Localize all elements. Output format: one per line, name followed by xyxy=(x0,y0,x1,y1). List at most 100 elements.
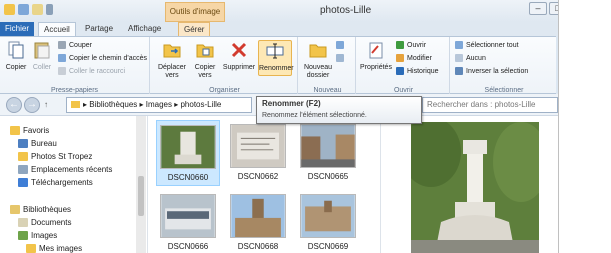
copy-icon xyxy=(8,41,24,59)
tab-gerer[interactable]: Gérer xyxy=(178,22,211,36)
back-button[interactable]: ← xyxy=(6,97,22,113)
selectionner-tout-label: Sélectionner tout xyxy=(466,41,519,49)
nav-item-label: Mes images xyxy=(39,244,83,253)
nav-item-label: Téléchargements xyxy=(31,178,93,187)
renommer-label: Renommer xyxy=(259,65,294,72)
breadcrumb-chevron-icon: ▸ xyxy=(137,100,146,109)
group-label-nouveau: Nouveau xyxy=(313,87,342,94)
street-photo-icon xyxy=(300,124,356,168)
tooltip-body: Renommez l'élément sélectionné. xyxy=(262,112,367,119)
plaque-photo-icon xyxy=(230,124,286,168)
copier-chemin-button[interactable]: Copier le chemin d'accès xyxy=(58,54,147,62)
file-thumbnail[interactable]: DSCN0668 xyxy=(226,190,290,253)
modifier-label: Modifier xyxy=(407,54,432,62)
quick-access-toolbar xyxy=(4,4,53,15)
coller-button[interactable]: Coller xyxy=(28,40,56,72)
supprimer-button[interactable]: Supprimer xyxy=(222,40,256,72)
aucun-button[interactable]: Aucun xyxy=(455,54,486,62)
up-button[interactable]: ↑ xyxy=(44,100,48,109)
file-name: DSCN0662 xyxy=(237,172,279,181)
inverser-label: Inverser la sélection xyxy=(466,67,529,75)
nav-item-label: Documents xyxy=(31,218,72,227)
nav-favoris[interactable]: Favoris xyxy=(10,126,49,135)
file-thumbnail[interactable]: DSCN0665 xyxy=(296,120,360,186)
up-arrow-icon: ↑ xyxy=(44,100,48,109)
shortcut-icon xyxy=(58,67,66,75)
file-name: DSCN0669 xyxy=(307,242,349,251)
historique-button[interactable]: Historique xyxy=(396,67,439,75)
file-thumbnail[interactable]: DSCN0666 xyxy=(156,190,220,253)
selectionner-tout-button[interactable]: Sélectionner tout xyxy=(455,41,519,49)
fountain-photo-icon xyxy=(160,125,216,169)
scrollbar-thumb[interactable] xyxy=(138,176,144,216)
rename-tooltip: Renommer (F2) Renommez l'élément sélecti… xyxy=(256,96,422,124)
acces-facile-button[interactable] xyxy=(336,54,344,62)
title-bar: Outils d'image photos-Lille – □ ✕ xyxy=(0,0,611,22)
renommer-button[interactable]: Renommer xyxy=(258,40,294,76)
couper-button[interactable]: Couper xyxy=(58,41,92,49)
forward-button[interactable]: → xyxy=(24,97,40,113)
coller-raccourci-button[interactable]: Coller le raccourci xyxy=(58,67,125,75)
square-photo-icon xyxy=(300,194,356,238)
nav-bibliotheques-label: Bibliothèques xyxy=(23,205,72,214)
minimize-button[interactable]: – xyxy=(529,2,547,15)
group-selectionner: Sélectionner tout Aucun Inverser la séle… xyxy=(452,37,556,95)
proprietes-button[interactable]: Propriétés xyxy=(360,40,392,72)
recent-places-icon xyxy=(18,165,28,174)
search-input[interactable]: Rechercher dans : photos-Lille xyxy=(422,97,558,113)
address-bar[interactable]: ▸ Bibliothèques ▸ Images ▸ photos-Lille xyxy=(66,97,252,113)
nav-item-label: Images xyxy=(31,231,58,240)
breadcrumb-images[interactable]: Images xyxy=(146,100,172,109)
ribbon-tabs: Fichier Accueil Partage Affichage Gérer xyxy=(0,22,611,36)
delete-x-icon xyxy=(231,42,247,58)
deplacer-label: Déplacer vers xyxy=(157,64,186,79)
documents-icon xyxy=(18,218,28,227)
deplacer-vers-button[interactable]: Déplacer vers xyxy=(156,40,188,80)
nav-item-images[interactable]: Images xyxy=(18,231,57,240)
nav-item-telechargements[interactable]: Téléchargements xyxy=(18,178,93,187)
group-nouveau: Nouveau dossier Nouveau xyxy=(300,37,356,95)
nav-item-mes-images[interactable]: Mes images xyxy=(26,244,82,253)
properties-icon xyxy=(369,42,383,59)
tab-affichage[interactable]: Affichage xyxy=(123,22,166,36)
scissors-icon xyxy=(58,41,66,49)
chevron-down-icon[interactable] xyxy=(46,4,53,15)
nav-item-emplacements-recents[interactable]: Emplacements récents xyxy=(18,165,112,174)
group-presse-papiers: Copier Coller Couper Copier le chemin d'… xyxy=(0,37,150,95)
tab-fichier[interactable]: Fichier xyxy=(0,22,34,36)
group-label-presse-papiers: Presse-papiers xyxy=(50,87,99,94)
properties-icon[interactable] xyxy=(18,4,29,15)
copier-vers-button[interactable]: Copier vers xyxy=(190,40,220,80)
breadcrumb-bibliotheques[interactable]: Bibliothèques xyxy=(89,100,137,109)
ouvrir-label: Ouvrir xyxy=(407,41,427,49)
nav-item-bureau[interactable]: Bureau xyxy=(18,139,57,148)
breadcrumb-photos-lille[interactable]: photos-Lille xyxy=(180,100,221,109)
file-thumbnail[interactable]: DSCN0669 xyxy=(296,190,360,253)
nav-scrollbar[interactable] xyxy=(136,116,146,253)
forward-arrow-icon: → xyxy=(27,99,37,110)
tab-partage[interactable]: Partage xyxy=(80,22,118,36)
copier-button[interactable]: Copier xyxy=(2,40,30,72)
nav-bibliotheques[interactable]: Bibliothèques xyxy=(10,205,71,214)
nouvel-element-button[interactable] xyxy=(336,41,344,49)
file-name: DSCN0665 xyxy=(307,172,349,181)
library-icon xyxy=(10,205,20,214)
file-thumbnail[interactable]: DSCN0660 xyxy=(156,120,220,186)
ouvrir-button[interactable]: Ouvrir xyxy=(396,41,426,49)
tab-accueil[interactable]: Accueil xyxy=(38,22,76,36)
coller-raccourci-label: Coller le raccourci xyxy=(69,67,126,75)
file-thumbnail[interactable]: DSCN0662 xyxy=(226,120,290,186)
new-folder-icon[interactable] xyxy=(32,4,43,15)
folder-icon[interactable] xyxy=(4,4,15,15)
select-none-icon xyxy=(455,54,463,62)
nouveau-dossier-button[interactable]: Nouveau dossier xyxy=(302,40,334,80)
inverser-selection-button[interactable]: Inverser la sélection xyxy=(455,67,528,75)
nav-item-documents[interactable]: Documents xyxy=(18,218,71,227)
context-group-label: Outils d'image xyxy=(165,2,225,22)
history-icon xyxy=(396,67,404,75)
nav-item-photos-st-tropez[interactable]: Photos St Tropez xyxy=(18,152,92,161)
folder-icon xyxy=(18,152,28,161)
copy-folder-icon xyxy=(196,44,214,58)
select-all-icon xyxy=(455,41,463,49)
modifier-button[interactable]: Modifier xyxy=(396,54,432,62)
